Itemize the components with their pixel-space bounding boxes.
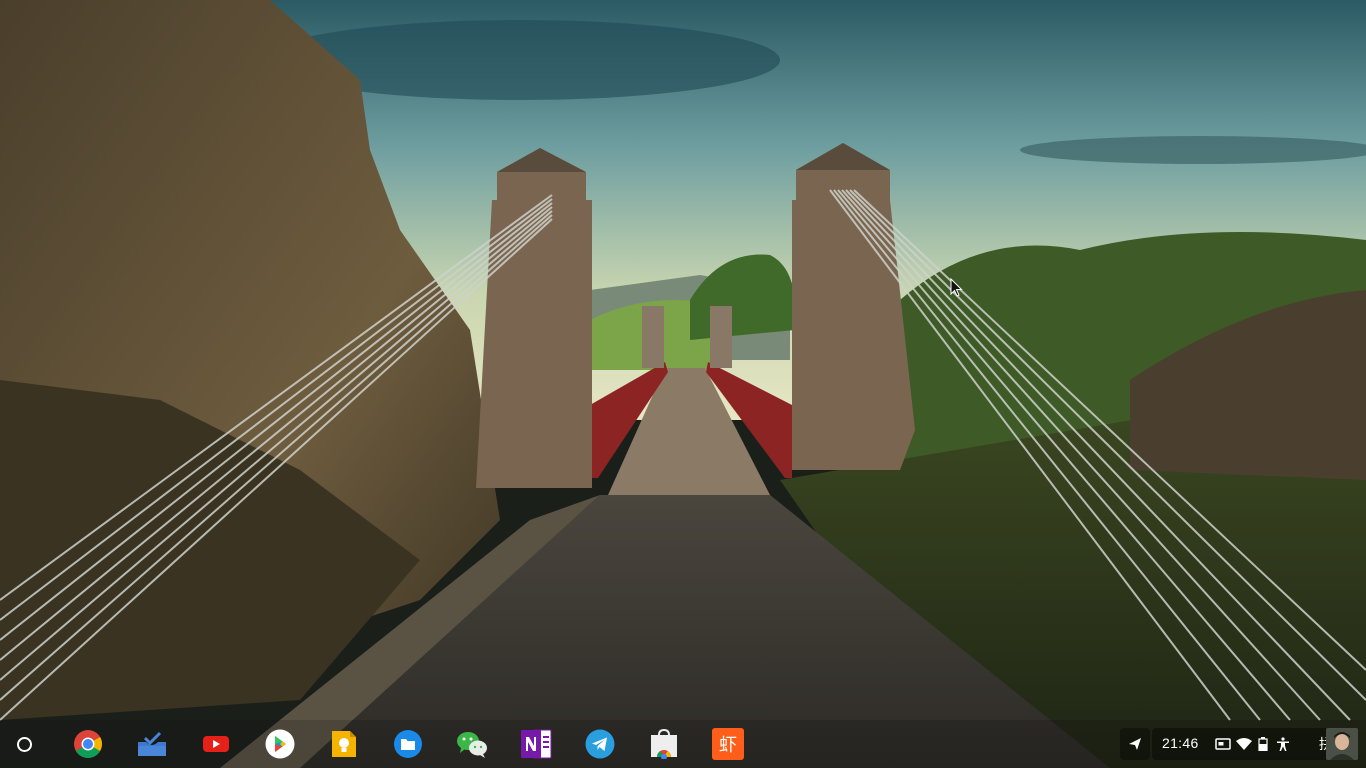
- accessibility-icon: [1277, 737, 1289, 751]
- play-store-icon: [265, 729, 295, 759]
- launcher-button[interactable]: [12, 732, 36, 756]
- wifi-icon: [1236, 738, 1252, 750]
- screen-cast-icon: [1215, 738, 1231, 750]
- chrome-app-button[interactable]: [72, 728, 104, 760]
- inbox-app-button[interactable]: [136, 728, 168, 760]
- youtube-icon: [203, 736, 229, 752]
- xiami-music-icon: 虾: [712, 728, 744, 760]
- send-tray-button[interactable]: [1120, 728, 1150, 760]
- xiami-app-button[interactable]: 虾: [712, 728, 744, 760]
- battery-icon: [1258, 737, 1268, 751]
- play-store-app-button[interactable]: [264, 728, 296, 760]
- clock-time[interactable]: 21:46: [1162, 735, 1199, 751]
- desktop-wallpaper: [0, 0, 1366, 768]
- wechat-icon: [457, 732, 487, 758]
- telegram-app-button[interactable]: [584, 728, 616, 760]
- youtube-app-button[interactable]: [200, 728, 232, 760]
- shelf: 虾 21:46 拼: [0, 720, 1366, 768]
- send-arrow-icon: [1129, 738, 1141, 750]
- files-icon: [394, 730, 422, 758]
- avatar-icon[interactable]: [1326, 728, 1358, 760]
- mouse-cursor-icon: [950, 277, 964, 298]
- wechat-app-button[interactable]: [456, 728, 488, 760]
- xiami-icon-glyph: 虾: [719, 735, 737, 756]
- onenote-icon: [521, 729, 552, 759]
- keep-app-button[interactable]: [328, 728, 360, 760]
- telegram-icon: [585, 729, 615, 759]
- inbox-icon: [138, 731, 166, 756]
- chrome-icon: [74, 730, 102, 758]
- chrome-web-store-app-button[interactable]: [648, 728, 680, 760]
- files-app-button[interactable]: [392, 728, 424, 760]
- chrome-web-store-icon: [651, 729, 677, 759]
- launcher-circle-icon: [16, 736, 32, 752]
- google-keep-icon: [332, 731, 356, 757]
- status-tray[interactable]: 21:46 拼: [1152, 728, 1358, 760]
- onenote-app-button[interactable]: [520, 728, 552, 760]
